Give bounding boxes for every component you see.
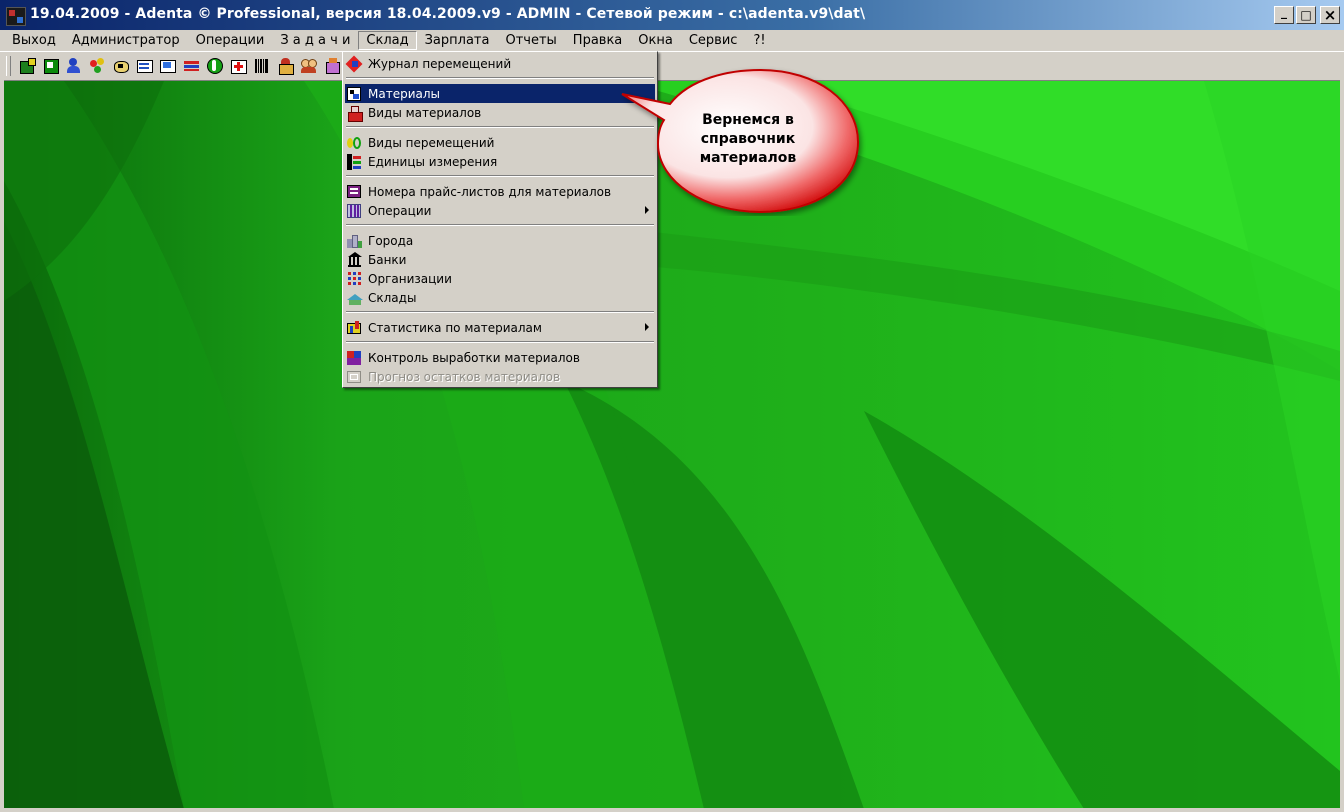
callout-line-2: справочник <box>700 131 796 147</box>
toolbar-icon-12[interactable] <box>278 57 294 75</box>
menu-exit[interactable]: Выход <box>4 31 64 50</box>
menuitem-organizations[interactable]: Организации <box>345 269 655 288</box>
units-icon <box>347 153 363 170</box>
material-types-icon <box>347 105 363 122</box>
menu-operations[interactable]: Операции <box>188 31 273 50</box>
menu-separator <box>346 311 654 313</box>
menu-tasks[interactable]: З а д а ч и <box>272 31 358 50</box>
menuitem-stock-forecast: Прогноз остатков материалов <box>345 367 655 386</box>
menu-service[interactable]: Сервис <box>681 31 746 50</box>
menu-administrator[interactable]: Администратор <box>64 31 188 50</box>
callout-line-3: материалов <box>699 150 797 166</box>
menu-salary[interactable]: Зарплата <box>417 31 498 50</box>
menu-separator <box>346 175 654 177</box>
toolbar-icon-7[interactable] <box>160 58 176 74</box>
maximize-icon: □ <box>1300 8 1312 22</box>
menuitem-material-types[interactable]: Виды материалов <box>345 103 655 122</box>
menuitem-statistics[interactable]: Статистика по материалам <box>345 318 655 337</box>
menuitem-units[interactable]: Единицы измерения <box>345 152 655 171</box>
forecast-icon <box>347 369 363 385</box>
menu-reports[interactable]: Отчеты <box>497 31 564 50</box>
menuitem-operations[interactable]: Операции <box>345 201 655 220</box>
money-icon[interactable] <box>207 57 223 74</box>
menu-warehouse[interactable]: Склад <box>358 31 417 50</box>
menu-separator <box>346 77 654 79</box>
title-bar: 19.04.2009 - Adenta © Professional, верс… <box>0 0 1344 30</box>
menu-windows[interactable]: Окна <box>630 31 681 50</box>
journal-icon <box>345 55 363 72</box>
cities-icon <box>347 233 363 249</box>
minimize-button[interactable]: _ <box>1274 6 1294 24</box>
warehouse-dropdown-menu: Журнал перемещений Материалы Виды матери… <box>342 51 658 388</box>
menu-help[interactable]: ?! <box>745 31 773 50</box>
toolbar-icon-3[interactable] <box>66 57 82 74</box>
menu-bar: Выход Администратор Операции З а д а ч и… <box>0 30 1344 51</box>
box-icon[interactable] <box>325 57 341 74</box>
toolbar-icon-6[interactable] <box>136 58 153 74</box>
menuitem-cities[interactable]: Города <box>345 231 655 250</box>
close-button[interactable]: × <box>1320 6 1340 24</box>
menuitem-banks[interactable]: Банки <box>345 250 655 269</box>
maximize-button[interactable]: □ <box>1296 6 1316 24</box>
menuitem-warehouses[interactable]: Склады <box>345 288 655 307</box>
window-title: 19.04.2009 - Adenta © Professional, верс… <box>30 6 866 22</box>
barcode-icon[interactable] <box>254 58 270 74</box>
callout-text: Вернемся в справочник материалов <box>673 111 823 168</box>
bank-icon <box>347 251 363 268</box>
price-list-icon <box>347 184 363 200</box>
menu-separator <box>346 224 654 226</box>
menu-separator <box>346 126 654 128</box>
app-icon[interactable] <box>6 7 26 26</box>
medkit-icon[interactable] <box>230 58 247 74</box>
menu-edit[interactable]: Правка <box>565 31 630 50</box>
close-icon: × <box>1323 5 1337 24</box>
menuitem-movement-journal[interactable]: Журнал перемещений <box>345 54 655 73</box>
window-frame-bottom <box>0 808 1344 812</box>
callout-line-1: Вернемся в <box>702 112 794 128</box>
menuitem-price-lists[interactable]: Номера прайс-листов для материалов <box>345 182 655 201</box>
toolbar-grip[interactable] <box>6 55 11 76</box>
toolbar-icon-2[interactable] <box>43 58 59 74</box>
warehouses-icon <box>347 290 363 306</box>
control-icon <box>347 350 363 366</box>
minimize-icon: _ <box>1281 5 1287 19</box>
window-controls: _ □ × <box>1274 6 1340 24</box>
menuitem-movement-types[interactable]: Виды перемещений <box>345 133 655 152</box>
materials-icon <box>347 86 363 102</box>
window-frame-right <box>1340 80 1344 810</box>
menuitem-output-control[interactable]: Контроль выработки материалов <box>345 348 655 367</box>
menuitem-materials[interactable]: Материалы <box>345 84 655 103</box>
movement-types-icon <box>347 135 363 151</box>
users-icon[interactable] <box>301 58 317 74</box>
toolbar-icon-8[interactable] <box>183 58 200 74</box>
toolbar-icon-5[interactable] <box>113 58 129 74</box>
toolbar-icon-1[interactable] <box>19 57 36 74</box>
menu-separator <box>346 341 654 343</box>
toolbar-icon-4[interactable] <box>89 57 106 74</box>
submenu-arrow-icon <box>645 323 649 331</box>
statistics-icon <box>347 320 363 336</box>
organizations-icon <box>347 271 363 287</box>
operations-icon <box>347 203 363 219</box>
